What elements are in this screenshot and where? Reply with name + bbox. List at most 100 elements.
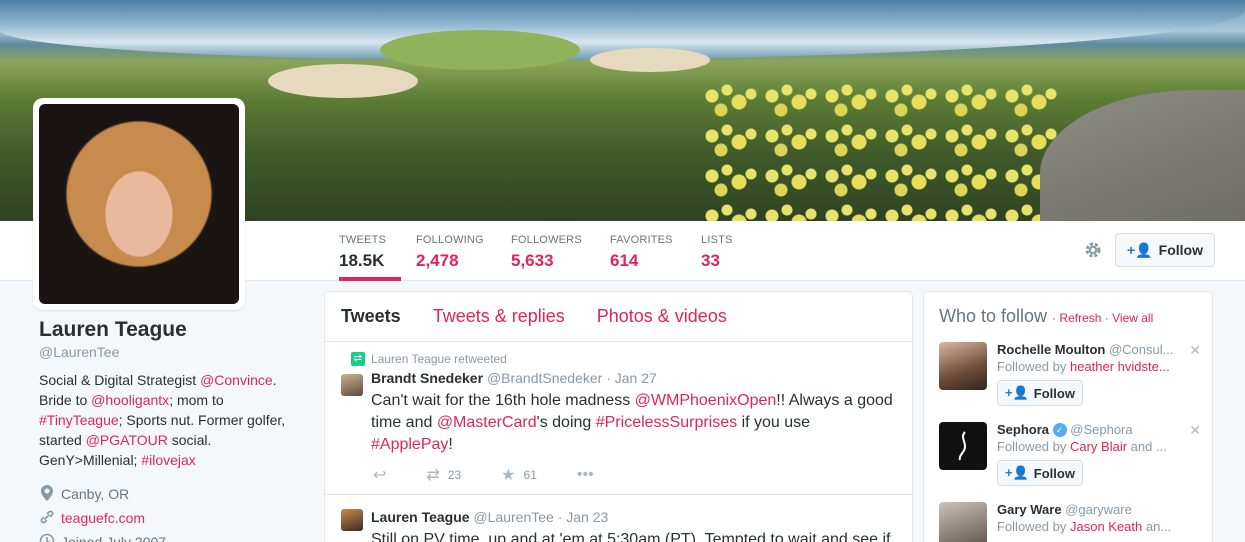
- followed-by-link[interactable]: heather hvidste...: [1070, 359, 1170, 374]
- suggestion-name[interactable]: Gary Ware @garyware: [997, 502, 1197, 517]
- more-button[interactable]: •••: [577, 466, 594, 484]
- suggestion-avatar[interactable]: [939, 502, 987, 542]
- followed-by-text: and ...: [1127, 439, 1167, 454]
- stat-favorites[interactable]: FAVORITES 614: [610, 221, 674, 281]
- profile-avatar[interactable]: [33, 98, 245, 310]
- tab-photos-videos[interactable]: Photos & videos: [597, 306, 727, 327]
- location-text: Canby, OR: [61, 486, 130, 502]
- avatar: [39, 104, 239, 304]
- suggestion-name[interactable]: Rochelle Moulton @Consul...: [997, 342, 1197, 357]
- follow-label: Follow: [1033, 385, 1075, 401]
- view-all-link[interactable]: View all: [1112, 311, 1153, 325]
- bio-text: Social & Digital Strategist: [39, 372, 201, 388]
- banner-bunker: [268, 64, 418, 98]
- suggestion-avatar[interactable]: [939, 342, 987, 390]
- stat-label: FAVORITES: [610, 234, 673, 246]
- tweet-text: Still on PV time, up and at 'em at 5:30a…: [371, 531, 891, 542]
- tweet-hashtag[interactable]: #PricelessSurprises: [596, 414, 737, 431]
- retweet-context: ⇄ Lauren Teague retweeted: [351, 352, 896, 366]
- stat-tweets[interactable]: TWEETS 18.5K: [339, 221, 401, 281]
- profile-joined: Joined July 2007: [39, 530, 309, 542]
- suggestion-followed-by: Followed by Cary Blair and ...: [997, 439, 1197, 454]
- suggestion-handle: @garyware: [1065, 502, 1132, 517]
- tweet[interactable]: ⇄ Lauren Teague retweeted Brandt Snedeke…: [325, 342, 912, 495]
- retweet-icon: ⇄: [351, 352, 365, 366]
- suggestion-follow-button[interactable]: +👤 Follow: [997, 380, 1083, 406]
- joined-text: Joined July 2007: [61, 534, 167, 542]
- location-pin-icon: [39, 484, 55, 504]
- tweet-header: Lauren Teague @LaurenTee · Jan 23: [371, 509, 896, 525]
- bio-hashtag[interactable]: #TinyTeague: [39, 412, 119, 428]
- reply-icon: ↩: [373, 467, 387, 484]
- tweet-text-part: !: [448, 436, 453, 453]
- add-user-icon: +👤: [1005, 465, 1029, 480]
- profile-handle[interactable]: @LaurenTee: [39, 344, 309, 360]
- website-link[interactable]: teaguefc.com: [61, 510, 145, 526]
- favorite-count: 61: [523, 468, 537, 482]
- stat-following[interactable]: FOLLOWING 2,478: [416, 221, 486, 281]
- bio-mention[interactable]: @Convince: [200, 372, 273, 388]
- profile-website: teaguefc.com: [39, 506, 309, 530]
- tweet-avatar[interactable]: [341, 509, 363, 531]
- tweet-mention[interactable]: @MasterCard: [437, 414, 537, 431]
- profile-meta: Canby, OR teaguefc.com Joined July 2007: [39, 482, 309, 542]
- suggestion-handle: @Sephora: [1070, 422, 1133, 437]
- tweet-date[interactable]: · Jan 27: [606, 370, 657, 386]
- bio-mention[interactable]: @hooligantx: [91, 392, 169, 408]
- followed-by-text: Followed by: [997, 439, 1070, 454]
- suggestion-followed-by: Followed by heather hvidste...: [997, 359, 1197, 374]
- tweet-avatar[interactable]: [341, 374, 363, 396]
- stat-followers[interactable]: FOLLOWERS 5,633: [511, 221, 583, 281]
- tab-tweets[interactable]: Tweets: [341, 306, 401, 327]
- followed-by-link[interactable]: Cary Blair: [1070, 439, 1127, 454]
- suggestion-follow-button[interactable]: +👤 Follow: [997, 460, 1083, 486]
- bio-hashtag[interactable]: #ilovejax: [141, 452, 195, 468]
- follow-button[interactable]: +👤 Follow: [1115, 233, 1215, 267]
- link-icon: [39, 510, 55, 527]
- tweet-text-part: Can't wait for the 16th hole madness: [371, 392, 635, 409]
- bio-mention[interactable]: @PGATOUR: [86, 432, 168, 448]
- stat-label: FOLLOWING: [416, 234, 484, 246]
- tweet-header: Brandt Snedeker @BrandtSnedeker · Jan 27: [371, 370, 896, 386]
- followed-by-link[interactable]: Jason Keath: [1070, 519, 1142, 534]
- suggestion-handle: @Consul...: [1108, 342, 1174, 357]
- banner-bunker: [590, 48, 710, 72]
- tweet-mention[interactable]: @WMPhoenixOpen: [635, 392, 777, 409]
- stat-value: 18.5K: [339, 251, 385, 270]
- tweet[interactable]: Lauren Teague @LaurenTee · Jan 23 Still …: [325, 495, 912, 542]
- tweet-handle[interactable]: @LaurenTee: [473, 509, 553, 525]
- retweet-count: 23: [447, 468, 462, 482]
- profile-name[interactable]: Lauren Teague: [39, 318, 309, 342]
- profile-bio: Social & Digital Strategist @Convince. B…: [39, 370, 309, 470]
- suggestion-avatar[interactable]: [939, 422, 987, 470]
- tweet-author[interactable]: Brandt Snedeker: [371, 370, 483, 386]
- tab-tweets-replies[interactable]: Tweets & replies: [433, 306, 565, 327]
- suggestion-name[interactable]: Sephora ✓ @Sephora: [997, 422, 1197, 437]
- dismiss-icon[interactable]: ✕: [1189, 342, 1201, 359]
- tweet-date[interactable]: · Jan 23: [558, 509, 609, 525]
- profile-location: Canby, OR: [39, 482, 309, 506]
- favorite-button[interactable]: ★ 61: [501, 465, 537, 485]
- tweet-hashtag[interactable]: #ApplePay: [371, 436, 448, 453]
- followed-by-text: Followed by: [997, 359, 1070, 374]
- clock-icon: [39, 533, 55, 542]
- gear-icon[interactable]: [1083, 240, 1103, 260]
- suggestion-info: Sephora ✓ @Sephora Followed by Cary Blai…: [997, 422, 1197, 486]
- refresh-link[interactable]: Refresh: [1059, 311, 1101, 325]
- retweet-icon: ⇄: [426, 467, 440, 484]
- followed-by-text: an...: [1142, 519, 1172, 534]
- tweet-handle[interactable]: @BrandtSnedeker: [487, 370, 602, 386]
- add-user-icon: +👤: [1127, 241, 1153, 258]
- banner-rock: [1040, 90, 1245, 221]
- tweet-text: Can't wait for the 16th hole madness @WM…: [371, 390, 896, 456]
- retweet-text[interactable]: Lauren Teague retweeted: [371, 352, 507, 366]
- who-to-follow-title: Who to follow: [939, 306, 1048, 326]
- retweet-button[interactable]: ⇄ 23: [426, 465, 461, 485]
- tweet-timeline: Tweets Tweets & replies Photos & videos …: [324, 291, 913, 542]
- reply-button[interactable]: ↩: [373, 465, 386, 485]
- followed-by-text: Followed by: [997, 519, 1070, 534]
- dismiss-icon[interactable]: ✕: [1189, 422, 1201, 439]
- stat-lists[interactable]: LISTS 33: [701, 221, 741, 281]
- tweet-author[interactable]: Lauren Teague: [371, 509, 470, 525]
- stat-value: 33: [701, 251, 720, 270]
